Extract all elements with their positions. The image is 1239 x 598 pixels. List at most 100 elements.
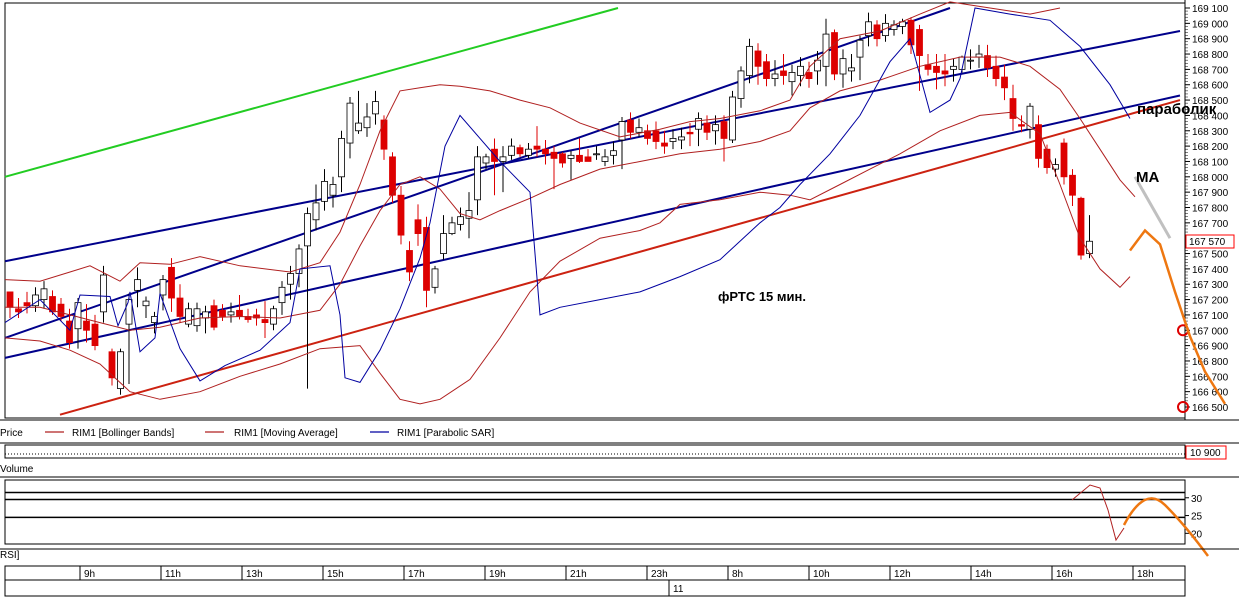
bear-candle bbox=[6, 291, 14, 308]
day-label: 11 bbox=[673, 584, 684, 595]
time-label: 23h bbox=[651, 569, 668, 580]
bull-candle bbox=[40, 288, 48, 300]
bear-candle bbox=[584, 156, 592, 162]
rsi-tick-label: 30 bbox=[1191, 494, 1203, 505]
bear-candle bbox=[1018, 124, 1025, 127]
price-panel: 169 100 169 000 168 900 168 800 168 700 168 6… bbox=[4, 0, 1235, 420]
bull-candle bbox=[771, 73, 779, 79]
legend-ma-label: RIM1 [Moving Average] bbox=[234, 428, 338, 439]
time-label: 21h bbox=[570, 569, 587, 580]
bull-candle bbox=[125, 299, 133, 325]
bear-candle bbox=[516, 147, 524, 155]
bear-candle bbox=[652, 130, 660, 142]
bull-candle bbox=[567, 154, 575, 159]
legend-price-label: Price bbox=[0, 428, 23, 439]
time-label: 12h bbox=[894, 569, 911, 580]
bull-candle bbox=[363, 116, 371, 129]
bull-candle bbox=[74, 302, 82, 330]
price-tick-label: 168 300 bbox=[1192, 127, 1229, 138]
bull-candle bbox=[227, 311, 235, 316]
bear-candle bbox=[763, 61, 770, 79]
bull-candle bbox=[482, 156, 490, 164]
bull-candle bbox=[304, 213, 311, 247]
time-label: 8h bbox=[732, 569, 743, 580]
rsi-tick-label: 25 bbox=[1191, 512, 1203, 523]
bull-candle bbox=[499, 156, 507, 162]
bull-candle bbox=[1086, 240, 1093, 254]
rsi-panel: 302520 RSI] bbox=[0, 476, 1239, 561]
bull-candle bbox=[134, 279, 141, 291]
bear-candle bbox=[91, 323, 99, 347]
bear-candle bbox=[1035, 124, 1042, 159]
bear-candle bbox=[397, 194, 405, 236]
price-tick-label: 167 400 bbox=[1192, 265, 1229, 276]
volume-badge: 10 900 bbox=[1190, 448, 1221, 459]
bull-candle bbox=[746, 45, 753, 76]
bear-candle bbox=[83, 320, 90, 331]
bear-candle bbox=[924, 64, 932, 70]
price-tick-label: 168 600 bbox=[1192, 81, 1229, 92]
bear-candle bbox=[1001, 76, 1008, 89]
bull-candle bbox=[610, 150, 617, 156]
bear-candle bbox=[661, 142, 668, 147]
bull-candle bbox=[737, 70, 745, 99]
time-label: 18h bbox=[1137, 569, 1154, 580]
rsi-axis-ticks: 302520 bbox=[1185, 494, 1203, 540]
price-tick-label: 168 100 bbox=[1192, 157, 1229, 168]
bear-candle bbox=[533, 145, 541, 150]
bear-candle bbox=[168, 266, 175, 299]
bear-candle bbox=[992, 65, 1000, 79]
bear-candle bbox=[542, 148, 549, 155]
time-label: 11h bbox=[165, 569, 181, 580]
bear-candle bbox=[1077, 197, 1085, 256]
bear-candle bbox=[627, 119, 634, 133]
bear-candle bbox=[831, 32, 838, 75]
bear-candle bbox=[261, 319, 269, 323]
bull-candle bbox=[329, 184, 337, 196]
price-tick-label: 167 100 bbox=[1192, 311, 1229, 322]
time-label: 19h bbox=[489, 569, 506, 580]
bull-candle bbox=[270, 308, 277, 325]
chart-root: 169 100 169 000 168 900 168 800 168 700 168 6… bbox=[0, 0, 1239, 597]
bear-candle bbox=[550, 151, 558, 159]
bear-candle bbox=[559, 153, 566, 164]
bull-candle bbox=[788, 72, 796, 83]
price-tick-label: 167 200 bbox=[1192, 296, 1229, 307]
bull-candle bbox=[372, 101, 379, 115]
indicator-legend: Price RIM1 [Bollinger Bands] RIM1 [Movin… bbox=[0, 419, 1239, 439]
price-tick-label: 168 000 bbox=[1192, 173, 1229, 184]
parabolic-annotation: параболик bbox=[1137, 101, 1217, 118]
price-axis-ticks: 169 100 169 000 168 900 168 800 168 700 168 6… bbox=[1177, 4, 1229, 414]
time-axis-box bbox=[4, 565, 1186, 597]
bull-candle bbox=[950, 65, 957, 70]
volume-title: Volume bbox=[0, 464, 34, 475]
bull-candle bbox=[474, 156, 481, 201]
time-label: 14h bbox=[975, 569, 992, 580]
bull-candle bbox=[431, 268, 439, 288]
bull-candle bbox=[848, 67, 855, 72]
bear-candle bbox=[941, 70, 949, 75]
time-label: 15h bbox=[327, 569, 344, 580]
price-tick-label: 167 500 bbox=[1192, 250, 1229, 261]
bear-candle bbox=[686, 131, 694, 135]
price-tick-label: 167 700 bbox=[1192, 219, 1229, 230]
bear-candle bbox=[23, 302, 31, 307]
bull-candle bbox=[142, 300, 150, 307]
bear-candle bbox=[380, 119, 388, 150]
ma-annotation: MA bbox=[1136, 169, 1159, 186]
bull-candle bbox=[287, 273, 294, 285]
bear-candle bbox=[720, 121, 728, 139]
time-label: 17h bbox=[408, 569, 425, 580]
bull-candle bbox=[312, 202, 320, 221]
bear-candle bbox=[754, 50, 762, 67]
bull-candle bbox=[202, 311, 209, 319]
bull-candle bbox=[967, 59, 974, 62]
time-label: 10h bbox=[813, 569, 830, 580]
bull-candle bbox=[508, 145, 515, 156]
bear-candle bbox=[1060, 142, 1068, 178]
bull-candle bbox=[159, 279, 167, 296]
bull-candle bbox=[712, 124, 719, 132]
bear-candle bbox=[219, 309, 226, 317]
legend-sar-label: RIM1 [Parabolic SAR] bbox=[397, 428, 494, 439]
price-tick-label: 168 800 bbox=[1192, 50, 1229, 61]
